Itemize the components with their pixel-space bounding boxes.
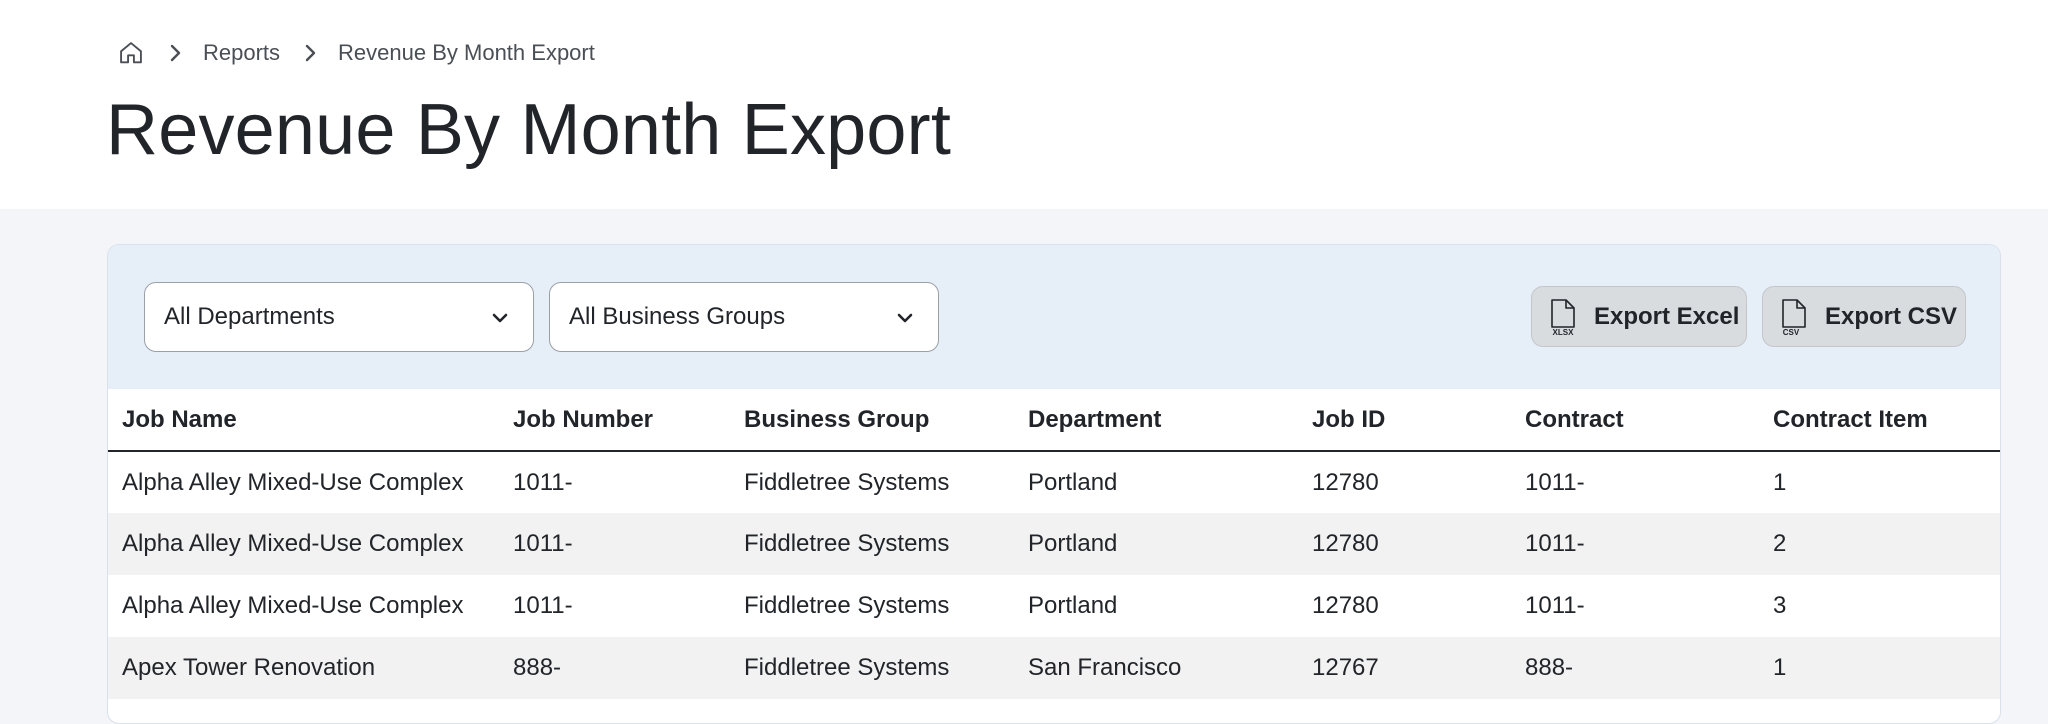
chevron-down-icon <box>489 307 511 329</box>
home-icon[interactable] <box>117 39 145 67</box>
table-row[interactable]: Alpha Alley Mixed-Use Complex 1011- Fidd… <box>108 575 2000 637</box>
page-title: Revenue By Month Export <box>106 90 952 170</box>
column-header-contract[interactable]: Contract <box>1511 389 1759 452</box>
cell-job-name: Alpha Alley Mixed-Use Complex <box>108 451 499 513</box>
column-header-contract-item[interactable]: Contract Item <box>1759 389 2000 452</box>
cell-business-group: Fiddletree Systems <box>730 637 1014 699</box>
export-excel-label: Export Excel <box>1594 302 1740 330</box>
cell-job-number: 888- <box>499 637 730 699</box>
column-header-business-group[interactable]: Business Group <box>730 389 1014 452</box>
cell-contract: 888- <box>1511 637 1759 699</box>
chevron-right-icon <box>165 43 185 63</box>
cell-job-id: 12780 <box>1298 575 1511 637</box>
breadcrumb-reports-link[interactable]: Reports <box>203 40 280 66</box>
report-card: All Departments All Business Groups XLSX… <box>107 244 2001 724</box>
cell-department: Portland <box>1014 575 1298 637</box>
table-header-row: Job Name Job Number Business Group Depar… <box>108 389 2000 452</box>
breadcrumb: Reports Revenue By Month Export <box>117 38 595 68</box>
cell-contract: 1011- <box>1511 575 1759 637</box>
filter-toolbar: All Departments All Business Groups XLSX… <box>108 245 2000 389</box>
svg-text:CSV: CSV <box>1783 328 1800 337</box>
export-excel-button[interactable]: XLSX Export Excel <box>1531 286 1747 347</box>
cell-business-group: Fiddletree Systems <box>730 513 1014 575</box>
cell-job-name: Alpha Alley Mixed-Use Complex <box>108 575 499 637</box>
cell-job-name: Alpha Alley Mixed-Use Complex <box>108 513 499 575</box>
export-csv-button[interactable]: CSV Export CSV <box>1762 286 1966 347</box>
cell-job-number: 1011- <box>499 513 730 575</box>
chevron-down-icon <box>894 307 916 329</box>
cell-contract: 1011- <box>1511 513 1759 575</box>
csv-file-icon: CSV <box>1777 297 1811 337</box>
cell-contract-item: 3 <box>1759 575 2000 637</box>
table-row[interactable]: Apex Tower Renovation 888- Fiddletree Sy… <box>108 637 2000 699</box>
column-header-department[interactable]: Department <box>1014 389 1298 452</box>
cell-job-id: 12780 <box>1298 513 1511 575</box>
svg-text:XLSX: XLSX <box>1553 328 1575 337</box>
column-header-job-id[interactable]: Job ID <box>1298 389 1511 452</box>
table-row[interactable]: Alpha Alley Mixed-Use Complex 1011- Fidd… <box>108 513 2000 575</box>
cell-department: Portland <box>1014 451 1298 513</box>
export-csv-label: Export CSV <box>1825 302 1958 330</box>
cell-department: San Francisco <box>1014 637 1298 699</box>
column-header-job-name[interactable]: Job Name <box>108 389 499 452</box>
cell-contract-item: 2 <box>1759 513 2000 575</box>
cell-job-number: 1011- <box>499 451 730 513</box>
business-group-select[interactable]: All Business Groups <box>549 282 939 352</box>
revenue-table: Job Name Job Number Business Group Depar… <box>108 389 2000 699</box>
department-select[interactable]: All Departments <box>144 282 534 352</box>
cell-job-id: 12767 <box>1298 637 1511 699</box>
cell-business-group: Fiddletree Systems <box>730 575 1014 637</box>
cell-contract-item: 1 <box>1759 451 2000 513</box>
cell-department: Portland <box>1014 513 1298 575</box>
page-header: Reports Revenue By Month Export Revenue … <box>0 0 2048 209</box>
table-row[interactable]: Alpha Alley Mixed-Use Complex 1011- Fidd… <box>108 451 2000 513</box>
cell-contract: 1011- <box>1511 451 1759 513</box>
breadcrumb-current: Revenue By Month Export <box>338 40 595 65</box>
column-header-job-number[interactable]: Job Number <box>499 389 730 452</box>
chevron-right-icon <box>300 43 320 63</box>
cell-job-number: 1011- <box>499 575 730 637</box>
cell-job-id: 12780 <box>1298 451 1511 513</box>
cell-contract-item: 1 <box>1759 637 2000 699</box>
cell-business-group: Fiddletree Systems <box>730 451 1014 513</box>
xlsx-file-icon: XLSX <box>1546 297 1580 337</box>
business-group-select-value: All Business Groups <box>569 303 786 330</box>
department-select-value: All Departments <box>164 303 335 330</box>
cell-job-name: Apex Tower Renovation <box>108 637 499 699</box>
